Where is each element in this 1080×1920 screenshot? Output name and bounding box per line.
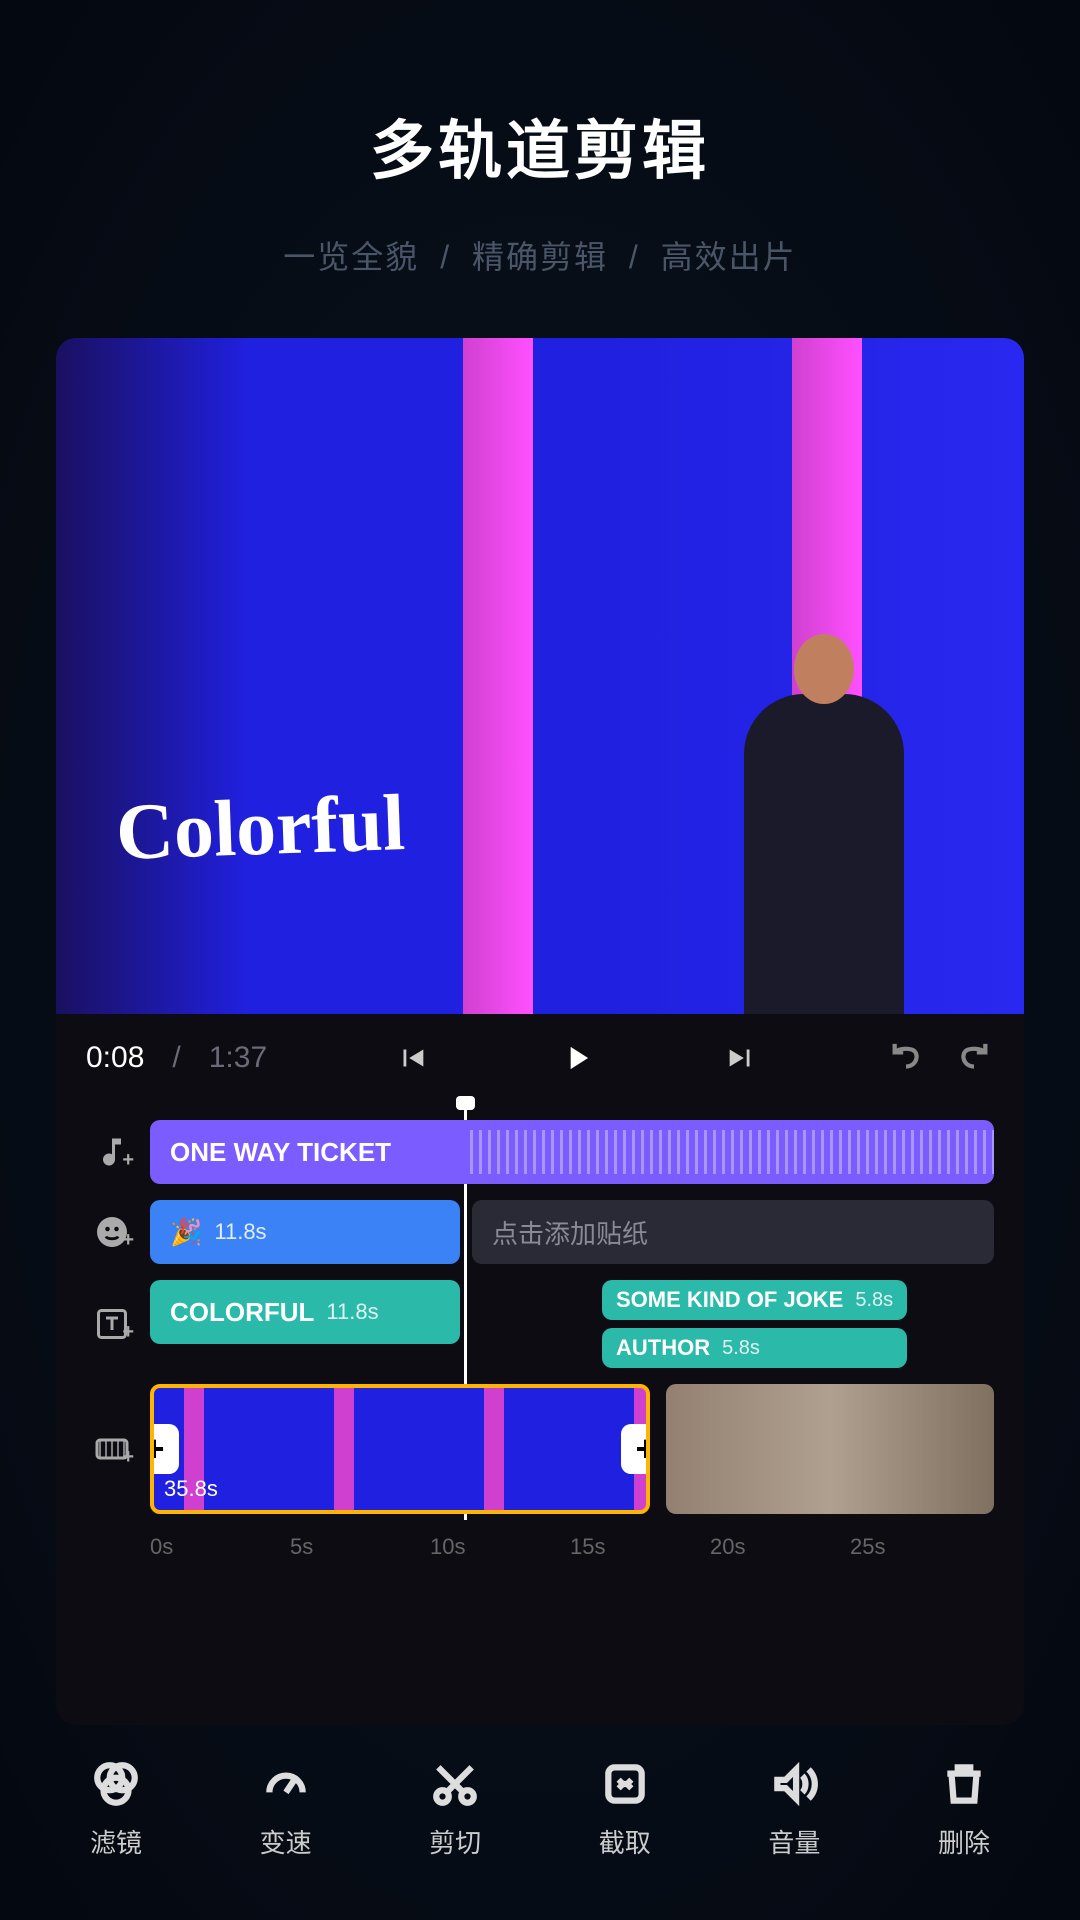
time-ruler: 0s 5s 10s 15s 20s 25s (56, 1522, 1024, 1560)
page-title: 多轨道剪辑 (0, 100, 1080, 192)
text-clip-sub1[interactable]: SOME KIND OF JOKE 5.8s (602, 1280, 907, 1320)
text-clip-sub2[interactable]: AUTHOR 5.8s (602, 1328, 907, 1368)
speed-button[interactable]: 变速 (226, 1759, 346, 1860)
editor-panel: Colorful 0:08 / 1:37 (56, 338, 1024, 1725)
undo-button[interactable] (886, 1038, 926, 1078)
next-button[interactable] (721, 1038, 761, 1078)
add-sticker-hint[interactable]: 点击添加贴纸 (472, 1200, 994, 1264)
video-clip-duration: 35.8s (164, 1476, 218, 1502)
music-clip-label: ONE WAY TICKET (170, 1137, 391, 1168)
page-subtitle: 一览全貌 / 精确剪辑 / 高效出片 (0, 232, 1080, 278)
time-total: 1:37 (209, 1041, 267, 1075)
speed-icon (261, 1759, 311, 1809)
clip-handle-left[interactable]: + (150, 1424, 179, 1474)
video-clip-2[interactable] (666, 1384, 994, 1514)
cut-button[interactable]: 剪切 (395, 1759, 515, 1860)
bottom-toolbar: 滤镜 变速 剪切 截取 音量 删除 (0, 1725, 1080, 1920)
trash-icon (939, 1759, 989, 1809)
timeline[interactable]: + ONE WAY TICKET + 🎉 11.8s 点击添加贴纸 (56, 1102, 1024, 1580)
video-clip-selected[interactable]: + + 35.8s (150, 1384, 650, 1514)
music-clip[interactable]: ONE WAY TICKET (150, 1120, 994, 1184)
add-music-icon[interactable]: + (86, 1126, 138, 1178)
crop-button[interactable]: 截取 (565, 1759, 685, 1860)
overlay-text: Colorful (115, 778, 407, 879)
add-text-icon[interactable]: + (86, 1298, 138, 1350)
volume-icon (769, 1759, 819, 1809)
play-button[interactable] (557, 1038, 597, 1078)
sticker-clip[interactable]: 🎉 11.8s (150, 1200, 460, 1264)
add-sticker-icon[interactable]: + (86, 1206, 138, 1258)
playback-bar: 0:08 / 1:37 (56, 1014, 1024, 1102)
text-clip-main[interactable]: COLORFUL 11.8s (150, 1280, 460, 1344)
sticker-duration: 11.8s (214, 1219, 266, 1245)
time-separator: / (172, 1041, 180, 1075)
delete-button[interactable]: 删除 (904, 1759, 1024, 1860)
time-current: 0:08 (86, 1041, 144, 1075)
filter-button[interactable]: 滤镜 (56, 1759, 176, 1860)
redo-button[interactable] (954, 1038, 994, 1078)
crop-icon (600, 1759, 650, 1809)
preview-viewport[interactable]: Colorful (56, 338, 1024, 1014)
prev-button[interactable] (392, 1038, 432, 1078)
add-video-icon[interactable]: + (86, 1423, 138, 1475)
clip-handle-right[interactable]: + (621, 1424, 650, 1474)
filter-icon (91, 1759, 141, 1809)
scissors-icon (430, 1759, 480, 1809)
volume-button[interactable]: 音量 (734, 1759, 854, 1860)
